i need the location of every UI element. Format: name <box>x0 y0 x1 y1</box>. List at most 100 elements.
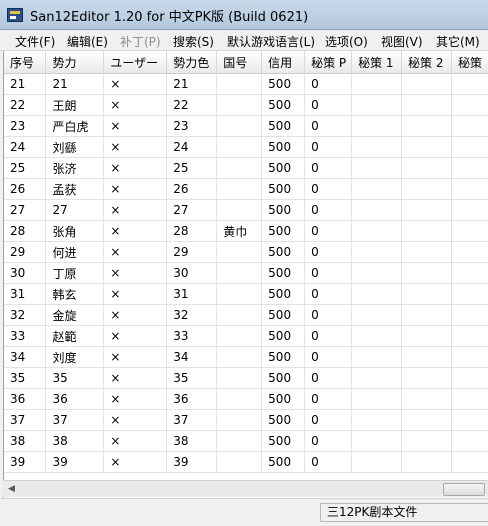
col-header-secret-p[interactable]: 秘策 P <box>304 51 353 74</box>
table-cell[interactable] <box>451 199 488 221</box>
menu-file[interactable]: 文件(F) <box>15 33 55 50</box>
menu-options[interactable]: 选项(O) <box>325 33 368 50</box>
table-cell[interactable]: 25 <box>166 157 218 179</box>
table-cell[interactable]: × <box>103 388 168 410</box>
table-cell[interactable]: 刘度 <box>45 346 105 368</box>
table-cell[interactable] <box>401 73 452 95</box>
table-cell[interactable] <box>401 451 452 473</box>
table-cell[interactable]: 0 <box>304 199 353 221</box>
table-cell[interactable]: 0 <box>304 346 353 368</box>
table-cell[interactable] <box>216 94 263 116</box>
table-cell[interactable] <box>451 241 488 263</box>
col-header-faction[interactable]: 势力 <box>45 51 105 74</box>
table-cell[interactable] <box>451 346 488 368</box>
table-cell[interactable]: × <box>103 178 168 200</box>
col-header-secret-3[interactable]: 秘策 <box>451 51 488 74</box>
table-cell[interactable]: 0 <box>304 157 353 179</box>
table-cell[interactable] <box>351 325 403 347</box>
table-row[interactable]: 32 金旋 × 32 500 0 <box>4 304 488 326</box>
table-cell[interactable]: 0 <box>304 262 353 284</box>
scroll-left-arrow-icon[interactable]: ◀ <box>3 481 20 497</box>
table-cell[interactable]: 38 <box>166 430 218 452</box>
table-cell[interactable]: 0 <box>304 430 353 452</box>
table-cell[interactable]: × <box>103 430 168 452</box>
table-cell[interactable] <box>401 178 452 200</box>
table-cell[interactable]: 26 <box>166 178 218 200</box>
table-cell[interactable]: 韩玄 <box>45 283 105 305</box>
table-cell[interactable] <box>351 136 403 158</box>
table-cell[interactable]: 30 <box>166 262 218 284</box>
table-cell[interactable] <box>451 451 488 473</box>
table-row[interactable]: 39 39 × 39 500 0 <box>4 451 488 473</box>
table-cell[interactable]: 30 <box>4 262 47 284</box>
table-cell[interactable]: 37 <box>45 409 105 431</box>
table-cell[interactable]: 500 <box>261 430 306 452</box>
table-cell[interactable] <box>216 262 263 284</box>
table-row[interactable]: 30 丁原 × 30 500 0 <box>4 262 488 284</box>
table-cell[interactable]: 0 <box>304 283 353 305</box>
table-cell[interactable] <box>216 136 263 158</box>
table-cell[interactable] <box>351 409 403 431</box>
table-cell[interactable]: 39 <box>4 451 47 473</box>
table-cell[interactable] <box>351 220 403 242</box>
table-cell[interactable]: 500 <box>261 367 306 389</box>
table-cell[interactable]: 32 <box>166 304 218 326</box>
table-cell[interactable]: 张角 <box>45 220 105 242</box>
table-cell[interactable] <box>401 430 452 452</box>
table-cell[interactable]: × <box>103 199 168 221</box>
table-row[interactable]: 23 严白虎 × 23 500 0 <box>4 115 488 137</box>
table-cell[interactable]: × <box>103 157 168 179</box>
table-cell[interactable] <box>351 157 403 179</box>
table-cell[interactable] <box>451 178 488 200</box>
table-cell[interactable]: 何进 <box>45 241 105 263</box>
table-row[interactable]: 21 21 × 21 500 0 <box>4 73 488 95</box>
table-row[interactable]: 37 37 × 37 500 0 <box>4 409 488 431</box>
table-cell[interactable]: 金旋 <box>45 304 105 326</box>
table-cell[interactable] <box>401 157 452 179</box>
table-cell[interactable] <box>451 304 488 326</box>
table-cell[interactable]: 29 <box>4 241 47 263</box>
table-cell[interactable] <box>451 325 488 347</box>
table-cell[interactable]: 37 <box>4 409 47 431</box>
table-cell[interactable] <box>216 367 263 389</box>
table-cell[interactable] <box>401 325 452 347</box>
table-cell[interactable]: 赵範 <box>45 325 105 347</box>
table-cell[interactable]: 21 <box>45 73 105 95</box>
table-cell[interactable] <box>451 73 488 95</box>
col-header-index[interactable]: 序号 <box>4 51 47 74</box>
table-cell[interactable] <box>401 346 452 368</box>
table-cell[interactable]: 500 <box>261 73 306 95</box>
table-cell[interactable] <box>401 136 452 158</box>
col-header-credit[interactable]: 信用 <box>261 51 306 74</box>
table-cell[interactable]: 21 <box>4 73 47 95</box>
table-cell[interactable]: 0 <box>304 325 353 347</box>
table-cell[interactable] <box>216 325 263 347</box>
table-cell[interactable] <box>351 430 403 452</box>
table-cell[interactable]: 29 <box>166 241 218 263</box>
menu-default-language[interactable]: 默认游戏语言(L) <box>227 33 315 50</box>
table-cell[interactable] <box>216 115 263 137</box>
table-row[interactable]: 28 张角 × 28 黄巾 500 0 <box>4 220 488 242</box>
table-cell[interactable]: × <box>103 136 168 158</box>
table-row[interactable]: 27 27 × 27 500 0 <box>4 199 488 221</box>
table-cell[interactable]: × <box>103 409 168 431</box>
table-cell[interactable] <box>401 115 452 137</box>
table-cell[interactable]: 刘繇 <box>45 136 105 158</box>
table-cell[interactable] <box>351 346 403 368</box>
table-cell[interactable]: × <box>103 262 168 284</box>
table-cell[interactable] <box>451 283 488 305</box>
table-cell[interactable] <box>216 430 263 452</box>
table-cell[interactable]: 23 <box>4 115 47 137</box>
table-cell[interactable]: 0 <box>304 178 353 200</box>
table-cell[interactable] <box>216 241 263 263</box>
table-cell[interactable] <box>401 94 452 116</box>
table-cell[interactable] <box>451 115 488 137</box>
table-cell[interactable]: 张济 <box>45 157 105 179</box>
table-row[interactable]: 31 韩玄 × 31 500 0 <box>4 283 488 305</box>
table-cell[interactable] <box>451 94 488 116</box>
table-cell[interactable]: 28 <box>166 220 218 242</box>
col-header-secret-2[interactable]: 秘策 2 <box>401 51 452 74</box>
scrollbar-thumb[interactable] <box>443 483 485 496</box>
table-cell[interactable]: 27 <box>45 199 105 221</box>
col-header-secret-1[interactable]: 秘策 1 <box>351 51 403 74</box>
